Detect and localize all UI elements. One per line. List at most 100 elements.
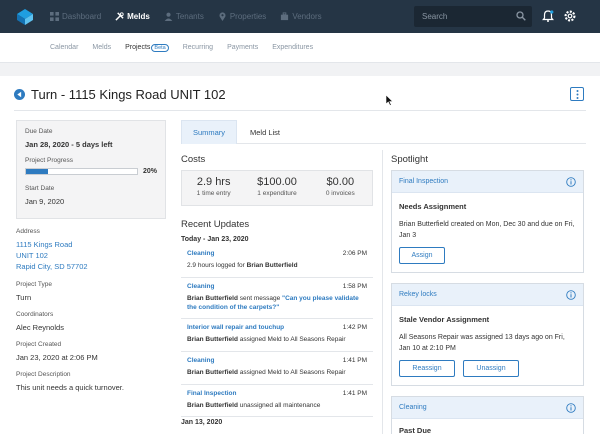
address-line-3: Rapid City, SD 57702 bbox=[16, 262, 88, 271]
project-type-value: Turn bbox=[16, 293, 32, 302]
update-meld-link[interactable]: Interior wall repair and touchup bbox=[187, 324, 284, 331]
tab-meld-list[interactable]: Meld List bbox=[237, 120, 293, 144]
back-arrow-icon[interactable] bbox=[14, 89, 25, 100]
update-item: Cleaning 2:06 PM 2.9 hours logged for Br… bbox=[181, 247, 373, 278]
title-row: Turn - 1115 Kings Road UNIT 102 bbox=[14, 87, 226, 102]
tenants-icon bbox=[164, 12, 173, 21]
cost-expenditure-value: $100.00 bbox=[257, 176, 297, 188]
update-time: 1:41 PM bbox=[342, 390, 367, 397]
address-link[interactable]: 1115 Kings Road UNIT 102 Rapid City, SD … bbox=[16, 239, 166, 272]
cost-invoices-value: $0.00 bbox=[326, 176, 355, 188]
info-icon[interactable] bbox=[566, 289, 576, 300]
progress-label: Project Progress bbox=[25, 157, 74, 164]
address-line-2: UNIT 102 bbox=[16, 251, 48, 260]
spotlight-card-status: Stale Vendor Assignment bbox=[399, 315, 490, 324]
search-icon[interactable] bbox=[516, 11, 526, 21]
project-details: Address 1115 Kings Road UNIT 102 Rapid C… bbox=[16, 228, 166, 392]
spotlight-card-final-inspection: Final Inspection Needs Assignment Brian … bbox=[391, 170, 584, 273]
update-time: 2:06 PM bbox=[342, 250, 367, 257]
top-navbar: Dashboard Melds Tenants Properties Vendo… bbox=[0, 0, 600, 33]
update-text: Brian Butterfield sent message "Can you … bbox=[187, 294, 367, 312]
update-item: Final Inspection 1:41 PM Brian Butterfie… bbox=[181, 387, 373, 417]
search-input[interactable] bbox=[422, 10, 514, 23]
nav-vendors-label: Vendors bbox=[292, 12, 322, 21]
nav-properties-label: Properties bbox=[229, 12, 267, 21]
nav-vendors[interactable]: Vendors bbox=[280, 12, 322, 21]
update-time: 1:41 PM bbox=[342, 357, 367, 364]
nav-tenants-label: Tenants bbox=[175, 12, 204, 21]
vendors-icon bbox=[281, 12, 289, 21]
cost-expenditure: $100.00 1 expenditure bbox=[245, 171, 308, 205]
update-text-body: unassigned all maintenance bbox=[237, 402, 321, 409]
spotlight-card-text: All Seasons Repair was assigned 13 days … bbox=[399, 334, 565, 352]
sub-navbar: Calendar Melds Projects Beta Recurring Pa… bbox=[0, 33, 600, 63]
start-date-label: Start Date bbox=[25, 185, 55, 192]
update-text: 2.9 hours logged for Brian Butterfield bbox=[187, 261, 367, 270]
update-meld-link[interactable]: Cleaning bbox=[187, 250, 214, 257]
address-line-1: 1115 Kings Road bbox=[16, 240, 73, 249]
spotlight-card-cleaning: Cleaning Past Due bbox=[391, 396, 584, 434]
cost-invoices-sub: 0 invoices bbox=[325, 190, 355, 197]
nav-melds-label: Melds bbox=[127, 12, 150, 21]
nav-properties[interactable]: Properties bbox=[218, 12, 266, 21]
update-meld-link[interactable]: Cleaning bbox=[187, 283, 214, 290]
spotlight-title: Spotlight bbox=[391, 154, 428, 165]
costs-title: Costs bbox=[181, 154, 206, 165]
settings-gear-icon[interactable] bbox=[563, 9, 577, 23]
tab-summary[interactable]: Summary bbox=[181, 120, 237, 144]
project-summary-box: Due Date Jan 28, 2020 - 5 days left Proj… bbox=[16, 120, 166, 219]
reassign-button[interactable]: Reassign bbox=[399, 360, 455, 377]
spotlight-card-title[interactable]: Rekey locks bbox=[399, 291, 437, 298]
cost-time: 2.9 hrs 1 time entry bbox=[182, 171, 245, 205]
project-description-value: This unit needs a quick turnover. bbox=[16, 383, 124, 392]
due-date-value: Jan 28, 2020 - 5 days left bbox=[25, 140, 113, 149]
subnav-recurring[interactable]: Recurring bbox=[183, 44, 213, 52]
location-pin-icon bbox=[219, 12, 226, 21]
spotlight-card-status: Needs Assignment bbox=[399, 202, 467, 211]
subnav-melds[interactable]: Melds bbox=[92, 44, 111, 52]
update-user: Brian Butterfield bbox=[187, 402, 238, 409]
day-heading-jan-13: Jan 13, 2020 bbox=[181, 419, 223, 426]
update-item: Interior wall repair and touchup 1:42 PM… bbox=[181, 321, 373, 352]
spotlight-card-status: Past Due bbox=[399, 426, 432, 434]
update-user: Brian Butterfield bbox=[246, 262, 298, 269]
dashboard-icon bbox=[50, 12, 59, 21]
spotlight-card-title[interactable]: Final Inspection bbox=[399, 178, 448, 185]
more-options-button[interactable] bbox=[570, 87, 584, 101]
subnav-calendar[interactable]: Calendar bbox=[50, 44, 78, 52]
update-item: Cleaning 1:58 PM Brian Butterfield sent … bbox=[181, 280, 373, 319]
nav-tenants[interactable]: Tenants bbox=[164, 12, 204, 21]
assign-button[interactable]: Assign bbox=[399, 247, 445, 264]
progress-percent: 20% bbox=[142, 168, 157, 175]
kebab-menu-icon bbox=[576, 89, 578, 99]
column-separator bbox=[382, 150, 383, 434]
subnav-expenditures[interactable]: Expenditures bbox=[272, 44, 313, 52]
notification-bell-icon[interactable] bbox=[541, 9, 555, 23]
project-type-label: Project Type bbox=[16, 281, 53, 288]
spotlight-card-title[interactable]: Cleaning bbox=[399, 404, 427, 411]
coordinators-label: Coordinators bbox=[16, 311, 54, 318]
spotlight-card-text: Brian Butterfield created on Mon, Dec 30… bbox=[399, 221, 575, 239]
update-meld-link[interactable]: Final Inspection bbox=[187, 390, 236, 397]
title-divider bbox=[14, 110, 586, 111]
update-item: Cleaning 1:41 PM Brian Butterfield assig… bbox=[181, 354, 373, 385]
update-meld-link[interactable]: Cleaning bbox=[187, 357, 214, 364]
search-box bbox=[414, 6, 532, 27]
project-description-label: Project Description bbox=[16, 371, 71, 378]
main-nav: Dashboard Melds Tenants Properties Vendo… bbox=[50, 0, 336, 33]
nav-dashboard[interactable]: Dashboard bbox=[50, 12, 101, 21]
info-icon[interactable] bbox=[566, 402, 576, 413]
project-tabs: Summary Meld List bbox=[181, 120, 586, 144]
recent-updates-title: Recent Updates bbox=[181, 219, 250, 230]
start-date-value: Jan 9, 2020 bbox=[25, 197, 65, 206]
update-time: 1:58 PM bbox=[342, 283, 367, 290]
info-icon[interactable] bbox=[566, 176, 576, 187]
property-meld-logo[interactable] bbox=[16, 8, 34, 26]
nav-melds[interactable]: Melds bbox=[115, 12, 150, 21]
progress-bar bbox=[25, 168, 138, 175]
update-user: Brian Butterfield bbox=[187, 336, 238, 343]
subnav-projects[interactable]: Projects Beta bbox=[125, 44, 169, 52]
unassign-button[interactable]: Unassign bbox=[463, 360, 519, 377]
subnav-payments[interactable]: Payments bbox=[227, 44, 258, 52]
beta-badge: Beta bbox=[151, 44, 169, 52]
